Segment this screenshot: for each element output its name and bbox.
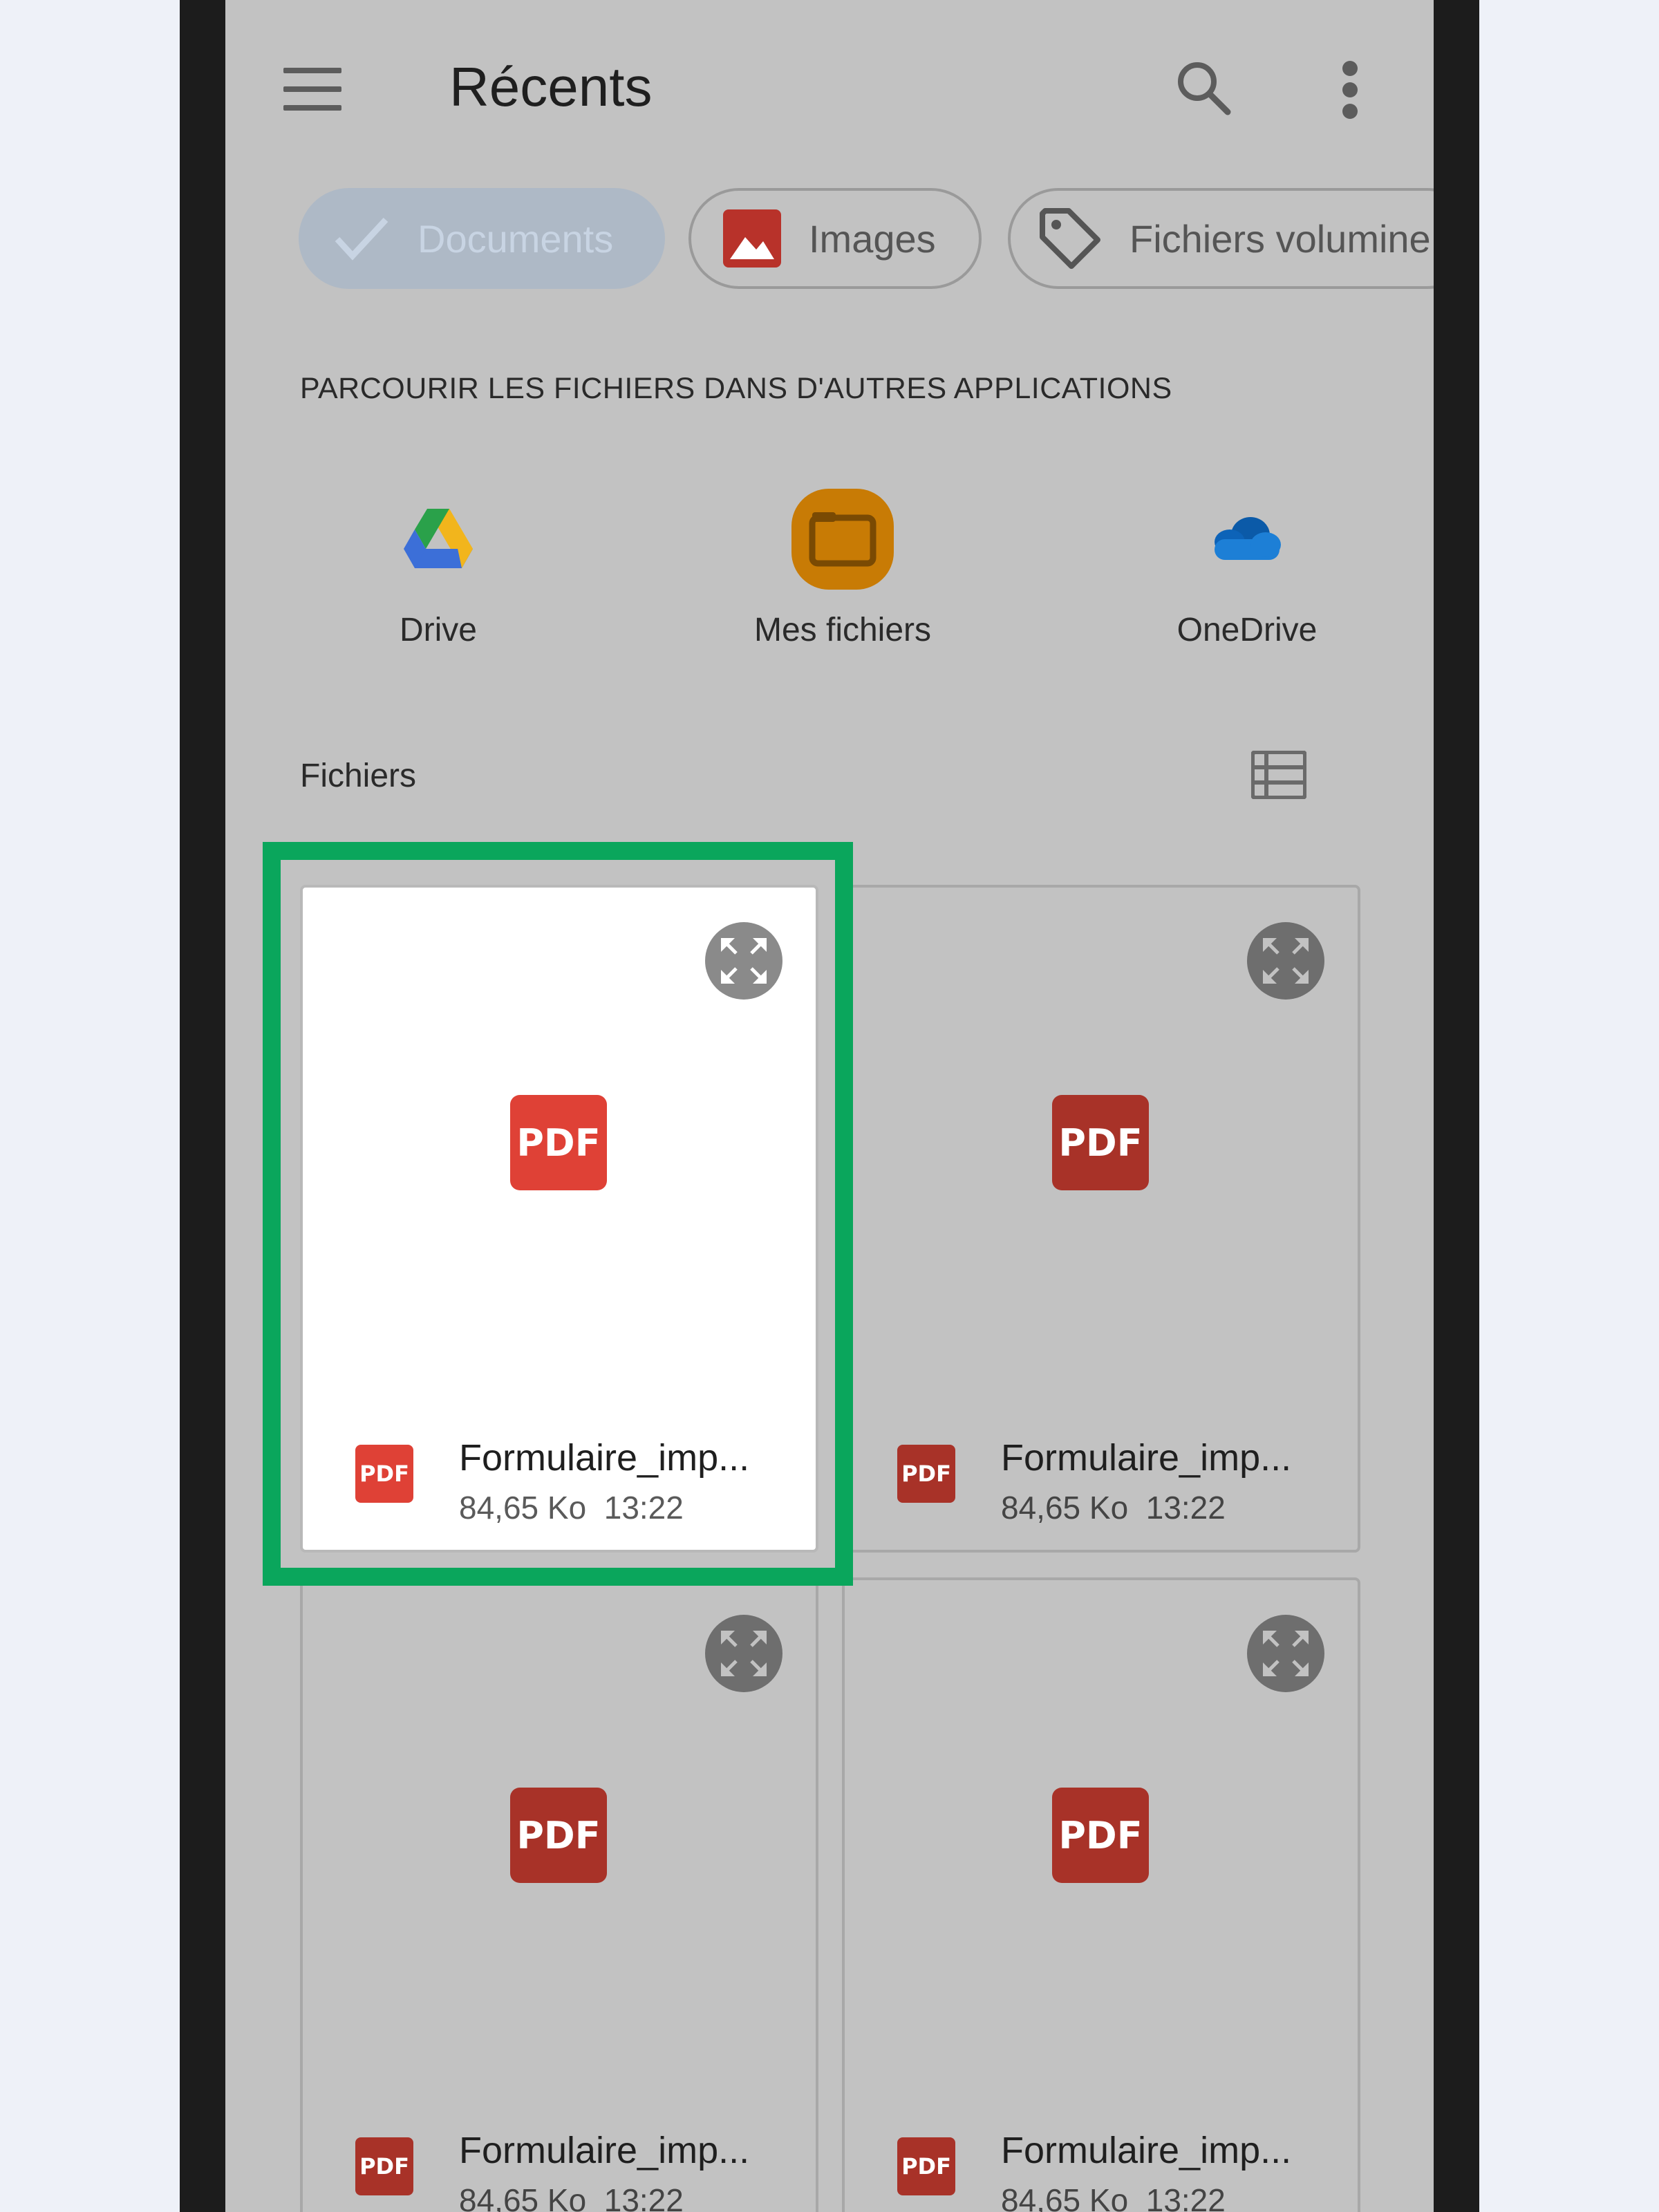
file-name: Formulaire_imp... xyxy=(459,1437,750,1479)
expand-icon xyxy=(721,1631,767,1676)
expand-icon xyxy=(721,938,767,984)
file-card[interactable]: PDF PDF Formulaire_imp... 84,65 Ko 13:22 xyxy=(842,1577,1360,2212)
app-my-files[interactable]: Mes fichiers xyxy=(697,477,988,649)
expand-preview-button[interactable] xyxy=(705,1615,782,1692)
hamburger-menu-icon[interactable] xyxy=(283,68,341,111)
expand-preview-button[interactable] xyxy=(1247,1615,1324,1692)
pdf-thumbnail-icon: PDF xyxy=(1052,1788,1149,1883)
file-meta: 84,65 Ko 13:22 xyxy=(459,2182,684,2212)
chip-documents[interactable]: Documents xyxy=(299,188,665,289)
file-time: 13:22 xyxy=(1145,1490,1226,1526)
expand-icon xyxy=(1263,1631,1309,1676)
search-icon[interactable] xyxy=(1172,57,1235,119)
app-label: Mes fichiers xyxy=(753,612,932,648)
expand-icon xyxy=(1263,938,1309,984)
file-name: Formulaire_imp... xyxy=(459,2130,750,2171)
my-files-icon xyxy=(791,489,894,590)
files-section-heading: Fichiers xyxy=(300,758,417,794)
chip-images[interactable]: Images xyxy=(688,188,982,289)
chip-large-files[interactable]: Fichiers volumine xyxy=(1008,188,1434,289)
apps-section-heading: PARCOURIR LES FICHIERS DANS D'AUTRES APP… xyxy=(300,372,1172,405)
file-card[interactable]: PDF PDF Formulaire_imp... 84,65 Ko 13:22 xyxy=(300,1577,818,2212)
file-meta: 84,65 Ko 13:22 xyxy=(1001,2182,1226,2212)
more-options-icon[interactable] xyxy=(1340,61,1360,119)
app-label: OneDrive xyxy=(1177,612,1318,648)
pdf-file-icon: PDF xyxy=(897,1445,955,1503)
pdf-file-icon: PDF xyxy=(355,1445,413,1503)
tag-icon xyxy=(1040,208,1100,269)
chip-label: Fichiers volumine xyxy=(1130,216,1431,261)
file-size: 84,65 Ko xyxy=(1001,1490,1129,1526)
file-time: 13:22 xyxy=(1145,2182,1226,2212)
file-meta: 84,65 Ko 13:22 xyxy=(1001,1489,1226,1526)
pdf-file-icon: PDF xyxy=(355,2137,413,2195)
chip-label: Documents xyxy=(418,216,614,261)
page-title: Récents xyxy=(449,56,653,118)
app-drive[interactable]: Drive xyxy=(293,477,583,649)
check-icon xyxy=(335,217,388,261)
file-meta: 84,65 Ko 13:22 xyxy=(459,1489,684,1526)
file-card[interactable]: PDF PDF Formulaire_imp... 84,65 Ko 13:22 xyxy=(300,885,818,1553)
file-name: Formulaire_imp... xyxy=(1001,2130,1292,2171)
google-drive-icon xyxy=(404,509,473,568)
chip-label: Images xyxy=(809,216,936,261)
file-size: 84,65 Ko xyxy=(459,2182,587,2212)
file-name: Formulaire_imp... xyxy=(1001,1437,1292,1479)
file-size: 84,65 Ko xyxy=(1001,2182,1129,2212)
app-label: Drive xyxy=(399,612,477,648)
pdf-file-icon: PDF xyxy=(897,2137,955,2195)
expand-preview-button[interactable] xyxy=(1247,922,1324,1000)
pdf-thumbnail-icon: PDF xyxy=(510,1788,607,1883)
file-time: 13:22 xyxy=(603,2182,684,2212)
expand-preview-button[interactable] xyxy=(705,922,782,1000)
onedrive-icon xyxy=(1215,517,1281,560)
app-screen: Récents Documents Images Fichiers volumi… xyxy=(225,0,1434,2212)
pdf-thumbnail-icon: PDF xyxy=(510,1095,607,1190)
app-onedrive[interactable]: OneDrive xyxy=(1102,477,1392,649)
image-icon xyxy=(723,209,781,268)
file-time: 13:22 xyxy=(603,1490,684,1526)
file-size: 84,65 Ko xyxy=(459,1490,587,1526)
list-view-icon[interactable] xyxy=(1251,751,1306,799)
file-card[interactable]: PDF PDF Formulaire_imp... 84,65 Ko 13:22 xyxy=(842,885,1360,1553)
pdf-thumbnail-icon: PDF xyxy=(1052,1095,1149,1190)
